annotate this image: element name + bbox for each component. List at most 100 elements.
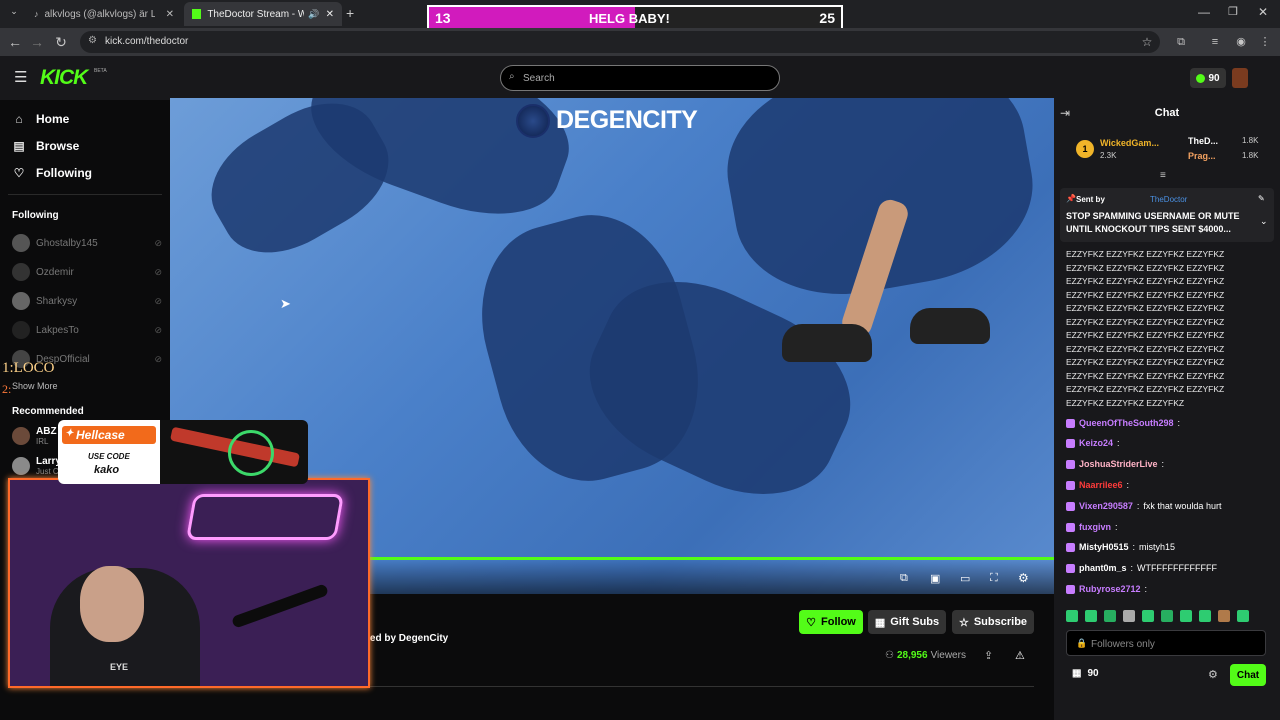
degencity-logo-icon [516, 104, 550, 138]
theater-mode-icon[interactable]: ▭ [960, 572, 970, 585]
subscribe-button[interactable]: ☆ Subscribe [952, 610, 1034, 634]
chat-input[interactable]: 🔒 Followers only [1066, 630, 1266, 656]
tiktok-icon: ♪ [34, 9, 39, 19]
extensions-icon[interactable]: ⧉ [1172, 34, 1190, 50]
following-item[interactable]: LakpesTo ⊘ [12, 321, 162, 339]
hamburger-menu-icon[interactable]: ☰ [14, 68, 27, 86]
tab-thedoctor[interactable]: TheDoctor Stream - Watch 🔊 ✕ [184, 2, 342, 26]
chat-username[interactable]: MistyH0515 [1079, 542, 1129, 552]
following-item[interactable]: Sharkysy ⊘ [12, 292, 162, 310]
back-icon[interactable]: ← [6, 34, 24, 50]
clip-icon[interactable]: ▣ [930, 572, 940, 585]
settings-gear-icon[interactable]: ⚙ [1018, 571, 1029, 585]
gifter-name[interactable]: WickedGam... [1100, 138, 1159, 148]
bookmark-star-icon[interactable]: ☆ [1138, 34, 1156, 50]
nav-label: Home [36, 112, 70, 126]
follow-label: Follow [821, 616, 856, 628]
avatar [12, 292, 30, 310]
rank-number: 1 [1082, 144, 1088, 154]
expand-pinned-icon[interactable]: ⌄ [1260, 216, 1268, 227]
share-icon[interactable]: ⇪ [984, 649, 993, 662]
nav-home[interactable]: ⌂ Home [12, 112, 69, 126]
speaker-icon[interactable]: 🔊 [308, 9, 319, 20]
viewers-icon: ⚇ [885, 650, 894, 661]
chat-line: EZZYFKZ EZZYFKZ EZZYFKZ EZZYFKZ [1066, 343, 1225, 354]
new-tab-button[interactable]: + [346, 5, 354, 21]
sent-by-label: Sent by [1076, 195, 1105, 204]
sub-badge-icon [1066, 459, 1075, 469]
sponsor-text: red by DegenCity [366, 633, 449, 644]
search-icon: ⌕ [509, 71, 515, 82]
streamer-head [80, 566, 144, 642]
sub-badge-icon [1066, 501, 1075, 511]
pinned-message[interactable]: 📌 Sent by TheDoctor ✎ STOP SPAMMING USER… [1060, 188, 1274, 242]
emote-icon[interactable] [1199, 610, 1211, 622]
channel-category: IRL [36, 437, 49, 446]
fullscreen-icon[interactable]: ⛶ [990, 572, 998, 585]
chat-username[interactable]: JoshuaStriderLive [1079, 459, 1158, 469]
emote-icon[interactable] [1218, 610, 1230, 622]
emote-icon[interactable] [1085, 610, 1097, 622]
close-tab-icon[interactable]: ✕ [326, 9, 334, 20]
chat-settings-gear-icon[interactable]: ⚙ [1208, 668, 1218, 681]
sub-badge-icon [1066, 584, 1075, 594]
pin-icon: 📌 [1066, 194, 1076, 203]
emote-icon[interactable] [1142, 610, 1154, 622]
points-badge[interactable]: 90 [1190, 68, 1226, 88]
chat-username[interactable]: QueenOfTheSouth298 [1079, 418, 1174, 428]
gifter-name[interactable]: TheD... [1188, 136, 1218, 146]
nav-browse[interactable]: ▤ Browse [12, 139, 79, 153]
user-avatar[interactable] [1232, 68, 1248, 88]
tab-alkvlogs[interactable]: ♪ alkvlogs (@alkvlogs) är LIVE - T ✕ [26, 2, 182, 26]
chat-points[interactable]: ▦ 90 [1072, 668, 1099, 679]
info-divider [366, 686, 1034, 687]
chat-username[interactable]: Naarrilee6 [1079, 480, 1123, 490]
gifter-amount: 1.8K [1242, 136, 1259, 145]
recommended-heading: Recommended [12, 406, 84, 417]
url-field[interactable]: ⚙ kick.com/thedoctor [80, 31, 1160, 53]
hellcase-brand-bar: ✦ Hellcase [62, 426, 156, 444]
channel-name: Ghostalby145 [36, 237, 98, 249]
kick-logo[interactable]: KICK [40, 66, 88, 90]
emote-icon[interactable] [1104, 610, 1116, 622]
close-tab-icon[interactable]: ✕ [166, 9, 174, 20]
tab-search-button[interactable]: ⌄ [6, 6, 22, 22]
nav-following[interactable]: ♡ Following [12, 166, 92, 180]
chat-line: EZZYFKZ EZZYFKZ EZZYFKZ EZZYFKZ [1066, 384, 1225, 394]
emote-icon[interactable] [1161, 610, 1173, 622]
chat-username[interactable]: Rubyrose2712 [1079, 584, 1141, 594]
unpin-icon[interactable]: ✎ [1258, 194, 1265, 203]
show-more-link[interactable]: Show More [12, 381, 58, 391]
search-bar[interactable]: ⌕ Search [500, 65, 780, 91]
follow-button[interactable]: ♡ Follow [799, 610, 863, 634]
profile-icon[interactable]: ◉ [1232, 34, 1250, 50]
spam-message-block: EZZYFKZ EZZYFKZ EZZYFKZ EZZYFKZ EZZYFKZ … [1066, 248, 1236, 410]
send-chat-button[interactable]: Chat [1230, 664, 1266, 686]
reload-icon[interactable]: ↻ [52, 34, 70, 50]
chat-username[interactable]: Vixen290587 [1079, 501, 1133, 511]
site-info-icon[interactable]: ⚙ [88, 35, 97, 46]
hellcase-ad: ✦ Hellcase USE CODE kako [58, 420, 308, 484]
chat-username[interactable]: fuxgivn [1079, 522, 1111, 532]
chat-username[interactable]: phant0m_s [1079, 563, 1127, 573]
chat-message: QueenOfTheSouth298: [1066, 418, 1184, 428]
media-icon[interactable]: ≡ [1206, 34, 1224, 50]
emote-icon[interactable] [1180, 610, 1192, 622]
emote-icon[interactable] [1123, 610, 1135, 622]
gift-subs-button[interactable]: ▦ Gift Subs [868, 610, 946, 634]
following-item[interactable]: Ozdemir ⊘ [12, 263, 162, 281]
expand-leaderboard-icon[interactable]: ≡ [1160, 170, 1166, 181]
emote-icon[interactable] [1066, 610, 1078, 622]
close-window-button[interactable]: ✕ [1258, 5, 1268, 19]
chat-username[interactable]: Keizo24 [1079, 438, 1113, 448]
report-icon[interactable]: ⚠ [1015, 649, 1025, 662]
browser-menu-icon[interactable]: ⋮ [1256, 34, 1274, 50]
following-item[interactable]: Ghostalby145 ⊘ [12, 234, 162, 252]
subscribe-label: Subscribe [973, 616, 1028, 628]
gifter-name[interactable]: Prag... [1188, 151, 1216, 161]
emote-icon[interactable] [1237, 610, 1249, 622]
forward-icon[interactable]: → [28, 34, 46, 50]
restore-button[interactable]: ❐ [1228, 5, 1238, 18]
miniplayer-icon[interactable]: ⧉ [900, 572, 908, 585]
minimize-button[interactable]: — [1198, 5, 1210, 19]
